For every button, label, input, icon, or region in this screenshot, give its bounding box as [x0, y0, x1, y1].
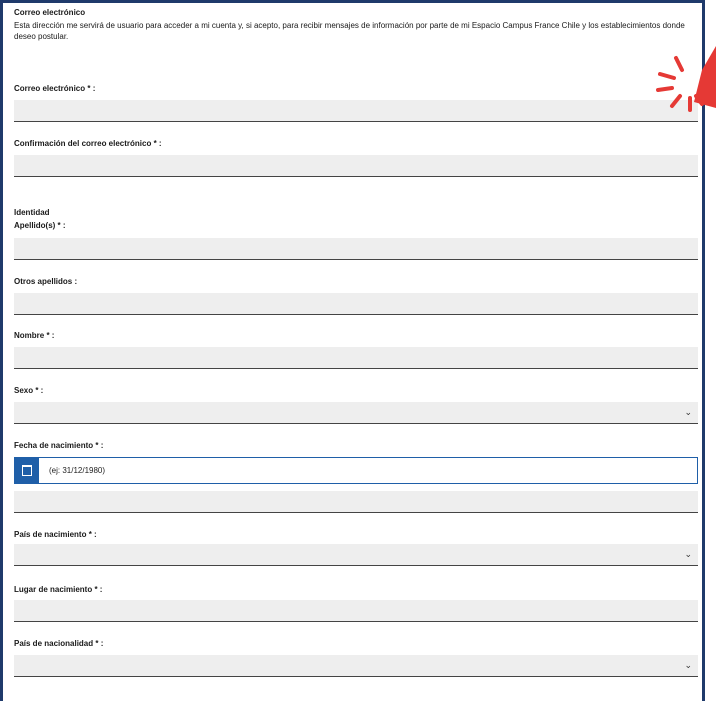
section-description: Esta dirección me servirá de usuario par… [14, 21, 685, 41]
birth-country-label: País de nacimiento * : [14, 530, 97, 539]
sex-select[interactable]: ⌄ [14, 402, 698, 424]
email-label: Correo electrónico * : [14, 84, 96, 93]
surname-field[interactable] [14, 238, 698, 260]
birth-date-field[interactable] [14, 491, 698, 513]
attention-burst-icon [656, 46, 716, 112]
chevron-down-icon: ⌄ [684, 408, 692, 418]
chevron-down-icon: ⌄ [684, 550, 692, 560]
sex-label: Sexo * : [14, 386, 44, 395]
birth-place-label: Lugar de nacimiento * : [14, 585, 103, 594]
other-surnames-label: Otros apellidos : [14, 277, 78, 286]
first-name-label: Nombre * : [14, 331, 55, 340]
email-field[interactable] [14, 100, 698, 122]
birth-date-input[interactable]: (ej: 31/12/1980) [14, 457, 698, 484]
calendar-icon[interactable] [15, 458, 39, 483]
birth-date-label: Fecha de nacimiento * : [14, 441, 104, 450]
email-confirm-field[interactable] [14, 155, 698, 177]
birth-date-placeholder: (ej: 31/12/1980) [49, 466, 106, 475]
email-confirm-label: Confirmación del correo electrónico * : [14, 139, 162, 148]
section-title: Correo electrónico [14, 8, 86, 17]
nationality-label: País de nacionalidad * : [14, 639, 104, 648]
nationality-select[interactable]: ⌄ [14, 655, 698, 677]
birth-country-select[interactable]: ⌄ [14, 544, 698, 566]
first-name-field[interactable] [14, 347, 698, 369]
other-surnames-field[interactable] [14, 293, 698, 315]
chevron-down-icon: ⌄ [684, 661, 692, 671]
birth-place-field[interactable] [14, 600, 698, 622]
surname-label: Apellido(s) * : [14, 221, 66, 230]
identity-heading: Identidad [14, 208, 50, 217]
